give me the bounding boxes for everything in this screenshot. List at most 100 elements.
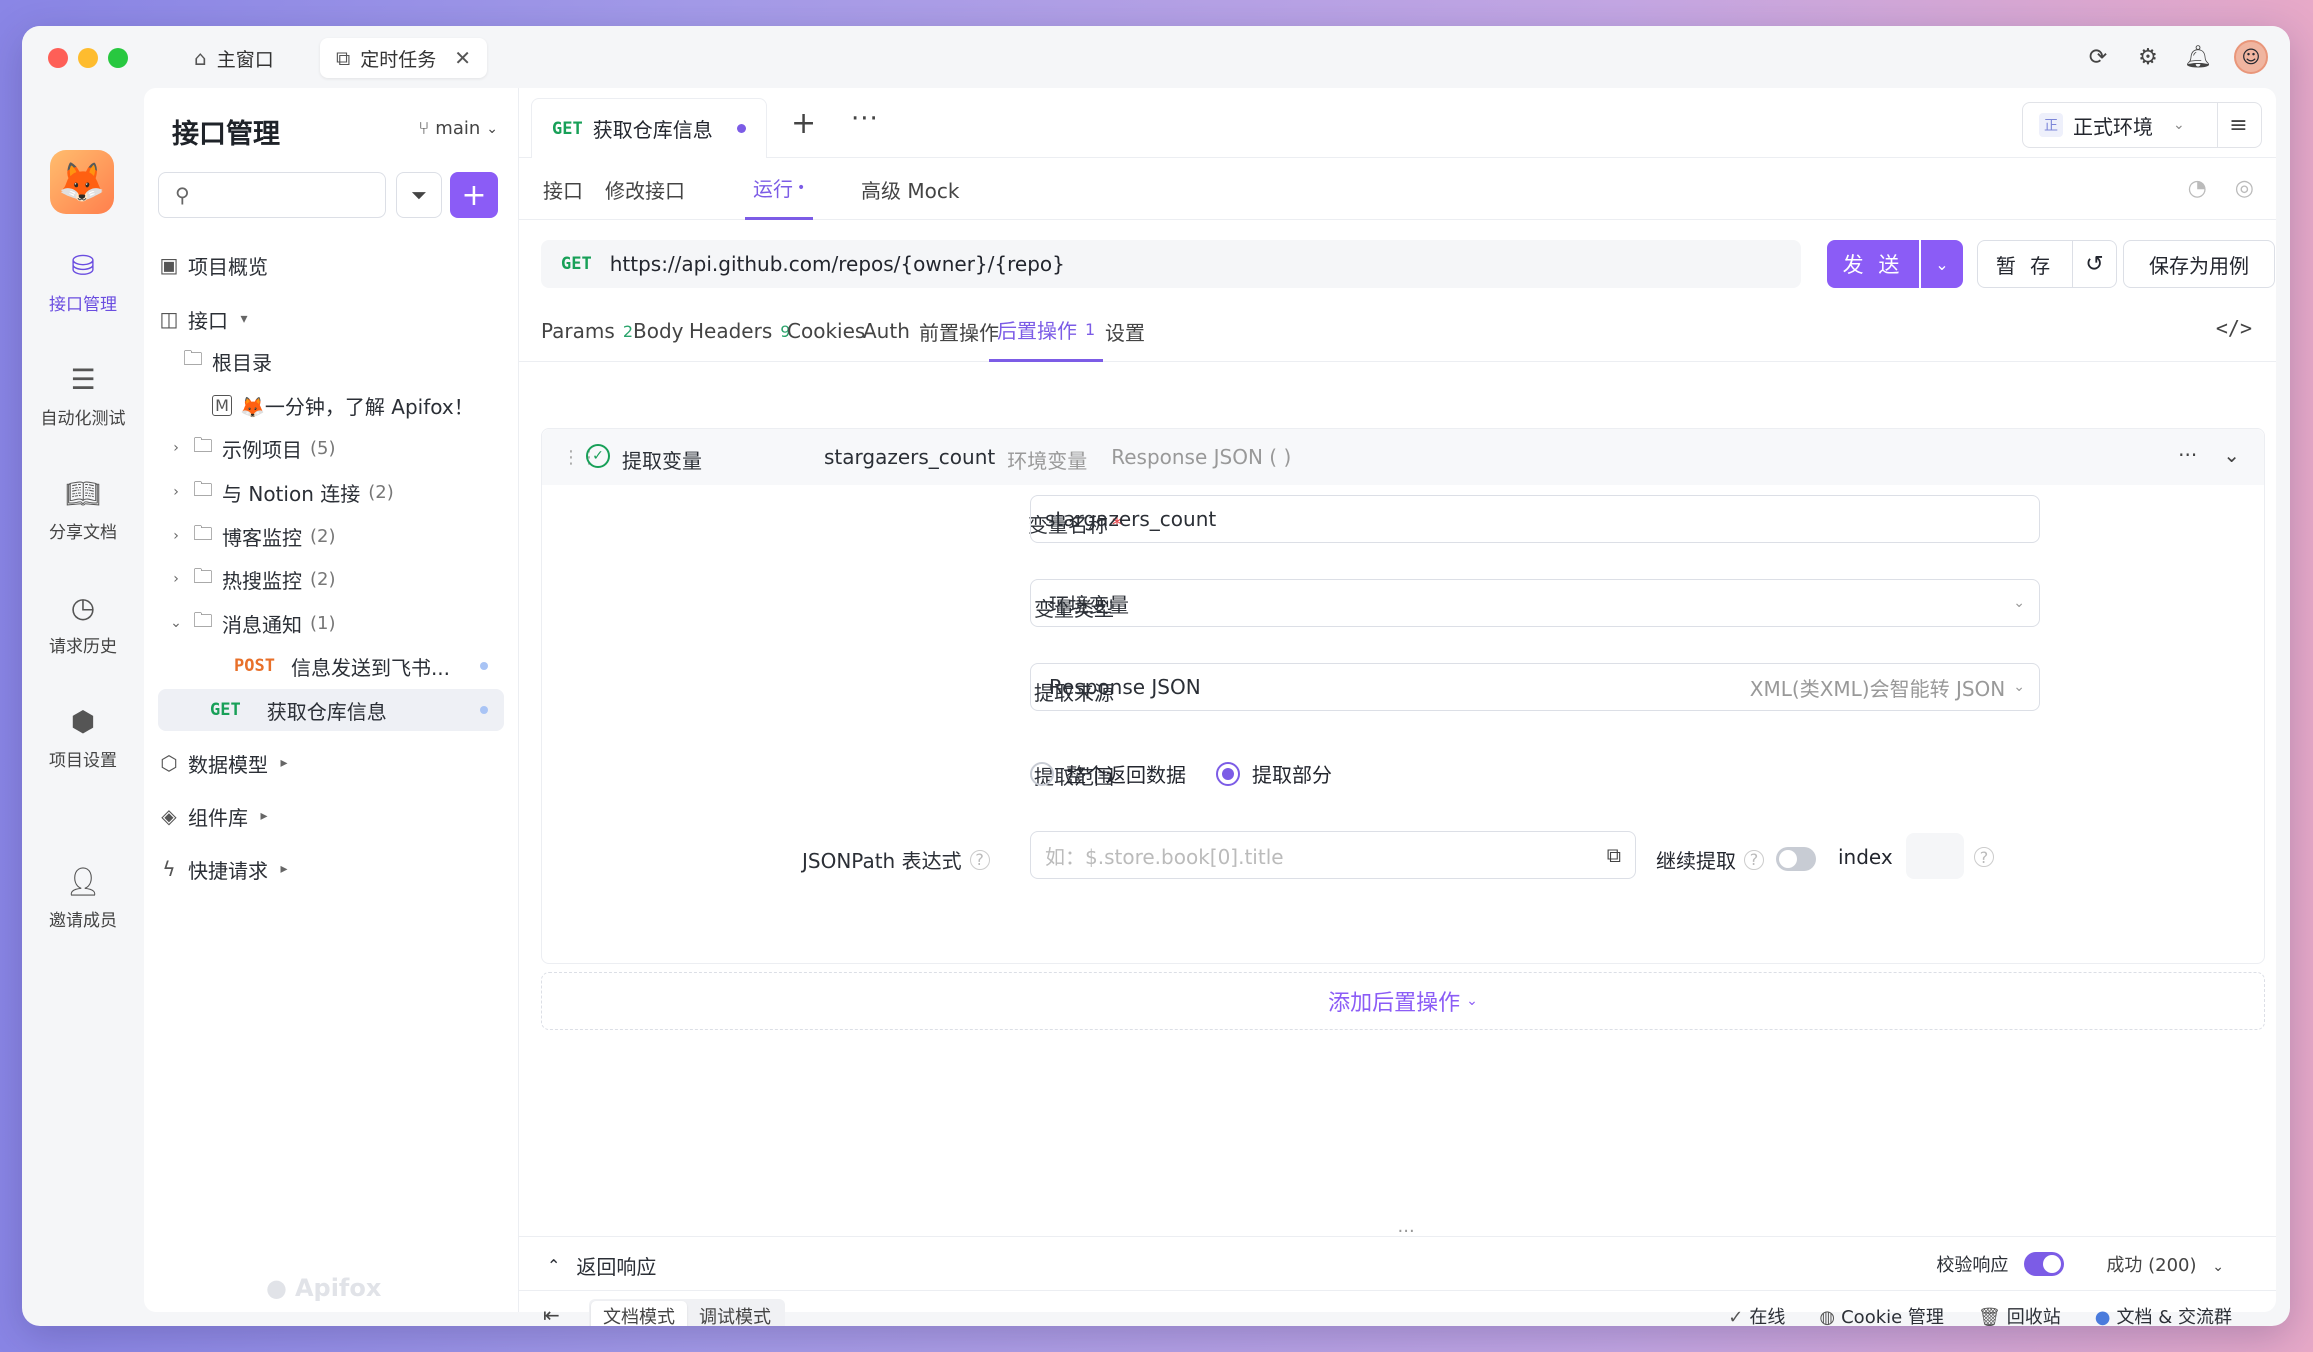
minimize-window-button[interactable] bbox=[78, 48, 98, 68]
sidebar-item-components[interactable]: ◈ 组件库 ▸ bbox=[158, 795, 504, 837]
tab-settings[interactable]: 设置 bbox=[1105, 300, 1145, 362]
tree-intro-doc[interactable]: M 🦊一分钟，了解 Apifox！ bbox=[158, 384, 504, 426]
more-icon[interactable]: ··· bbox=[851, 104, 879, 134]
docs-community-link[interactable]: ● 文档 & 交流群 bbox=[2095, 1303, 2232, 1326]
window-tab-main[interactable]: ⌂ 主窗口 bbox=[178, 38, 290, 78]
sidebar-item-quick-request[interactable]: ϟ 快捷请求 ▸ bbox=[158, 848, 504, 890]
check-circle-icon[interactable]: ✓ bbox=[586, 444, 610, 468]
bell-icon[interactable]: 🔔︎ bbox=[2184, 43, 2212, 71]
tree-endpoint[interactable]: POST 信息发送到飞书... bbox=[158, 645, 504, 687]
var-name-input[interactable]: stargazers_count bbox=[1030, 495, 2040, 543]
url-input[interactable]: GET https://api.github.com/repos/{owner}… bbox=[541, 240, 1801, 288]
history-icon[interactable]: ◔ bbox=[2188, 176, 2207, 201]
avatar[interactable]: ☺ bbox=[2234, 40, 2268, 74]
rail-item-api[interactable]: ⛁ 接口管理 bbox=[22, 248, 144, 316]
tree-folder[interactable]: › 🗀 与 Notion 连接 (2) bbox=[158, 471, 504, 513]
help-icon[interactable]: ? bbox=[969, 849, 990, 870]
resize-handle-icon[interactable]: ··· bbox=[1398, 1221, 1415, 1242]
range-all-radio[interactable]: 整个返回数据 bbox=[1030, 759, 1186, 788]
apifox-watermark: ● Apifox bbox=[266, 1274, 382, 1302]
sidebar-item-data-model[interactable]: ⬡ 数据模型 ▸ bbox=[158, 742, 504, 784]
rail-item-history[interactable]: ◷ 请求历史 bbox=[22, 590, 144, 658]
tab-auth[interactable]: Auth bbox=[863, 300, 910, 362]
tree-folder[interactable]: ⌄ 🗀 消息通知 (1) bbox=[158, 602, 504, 644]
tab-pre-ops[interactable]: 前置操作 bbox=[919, 300, 999, 362]
continue-extract-label: 继续提取 ? bbox=[1656, 845, 1764, 874]
var-type-select[interactable]: 环境变量 ⌄ bbox=[1030, 579, 2040, 627]
tree-folder[interactable]: › 🗀 热搜监控 (2) bbox=[158, 558, 504, 600]
tab-advanced-mock[interactable]: 高级 Mock bbox=[861, 158, 959, 220]
rail-item-invite[interactable]: 👤︎ 邀请成员 bbox=[22, 864, 144, 932]
help-icon[interactable]: ? bbox=[1744, 849, 1764, 870]
rail-item-automation[interactable]: ☰ 自动化测试 bbox=[22, 362, 144, 430]
tab-edit-api[interactable]: 修改接口 bbox=[605, 158, 685, 220]
gear-icon[interactable]: ⚙ bbox=[2134, 43, 2162, 71]
rail-item-share-docs[interactable]: 📖︎ 分享文档 bbox=[22, 476, 144, 544]
environment-select[interactable]: 正 正式环境 ⌄ bbox=[2022, 102, 2218, 148]
tab-run[interactable]: 运行 • bbox=[745, 158, 814, 220]
debug-mode-button[interactable]: 调试模式 bbox=[687, 1301, 783, 1326]
tab-headers[interactable]: Headers 9 bbox=[689, 300, 790, 362]
continue-extract-toggle[interactable] bbox=[1776, 847, 1816, 871]
response-status-select[interactable]: 成功 (200) ⌄ bbox=[2106, 1251, 2224, 1277]
tree-folder[interactable]: › 🗀 示例项目 (5) bbox=[158, 427, 504, 469]
collapse-sidebar-icon[interactable]: ⇤ bbox=[543, 1303, 560, 1326]
search-input[interactable]: ⚲ bbox=[158, 172, 386, 218]
save-as-case-button[interactable]: 保存为用例 bbox=[2123, 240, 2275, 288]
source-select[interactable]: Response JSON XML(类XML)会智能转 JSON ⌄ bbox=[1030, 663, 2040, 711]
folder-open-icon: 🗀 bbox=[193, 608, 213, 632]
index-input[interactable] bbox=[1906, 833, 1964, 879]
tree-folder[interactable]: › 🗀 博客监控 (2) bbox=[158, 515, 504, 557]
online-status[interactable]: ✓ 在线 bbox=[1728, 1303, 1785, 1326]
new-tab-plus-icon[interactable]: + bbox=[791, 106, 816, 141]
add-post-operation-button[interactable]: 添加后置操作 ⌄ bbox=[541, 972, 2265, 1030]
code-icon[interactable]: </> bbox=[2216, 316, 2252, 340]
close-tab-icon[interactable]: ✕ bbox=[454, 46, 471, 70]
post-operation-header[interactable]: ⋮⋮ ✓ 提取变量 stargazers_count 环境变量 Response… bbox=[542, 429, 2264, 485]
tab-body[interactable]: Body bbox=[633, 300, 684, 362]
response-panel-header: ··· ⌃ 返回响应 校验响应 成功 (200) ⌄ bbox=[519, 1221, 2276, 1290]
doc-mode-button[interactable]: 文档模式 bbox=[591, 1301, 687, 1326]
tab-post-ops[interactable]: 后置操作 1 bbox=[989, 300, 1104, 362]
refresh-icon[interactable]: ⟳ bbox=[2084, 43, 2112, 71]
tab-api[interactable]: 接口 bbox=[543, 158, 583, 220]
zoom-window-button[interactable] bbox=[108, 48, 128, 68]
search-icon: ⚲ bbox=[175, 183, 190, 207]
send-button[interactable]: 发 送 bbox=[1827, 240, 1919, 288]
settings-circle-icon[interactable]: ◎ bbox=[2235, 176, 2254, 201]
trash-link[interactable]: 🗑︎ 回收站 bbox=[1978, 1303, 2061, 1326]
tab-params[interactable]: Params 2 bbox=[541, 300, 633, 362]
sidebar-item-api[interactable]: ◫ 接口 ▾ bbox=[158, 298, 504, 340]
branch-selector[interactable]: ⑂ main ⌄ bbox=[418, 118, 498, 139]
folder-icon: 🗀 bbox=[183, 346, 203, 370]
response-toggle[interactable]: ⌃ 返回响应 bbox=[547, 1251, 656, 1280]
add-button[interactable]: + bbox=[450, 172, 498, 218]
chevron-right-icon: › bbox=[173, 571, 179, 587]
range-part-radio[interactable]: 提取部分 bbox=[1216, 759, 1332, 788]
close-window-button[interactable] bbox=[48, 48, 68, 68]
reset-button[interactable]: ↺ bbox=[2073, 240, 2117, 288]
save-button[interactable]: 暂 存 bbox=[1977, 240, 2073, 288]
hamburger-menu-icon[interactable]: ≡ bbox=[2216, 102, 2262, 148]
cookie-manager-link[interactable]: ◍ Cookie 管理 bbox=[1819, 1303, 1944, 1326]
undo-icon: ↺ bbox=[2085, 251, 2104, 277]
layout-icon: ▣ bbox=[159, 253, 179, 277]
more-icon[interactable]: ··· bbox=[2178, 443, 2197, 467]
window-tab-scheduled[interactable]: ⧉ 定时任务 ✕ bbox=[320, 38, 488, 78]
open-external-icon[interactable]: ⧉ bbox=[1607, 843, 1621, 867]
apifox-logo-icon: ● bbox=[266, 1274, 287, 1302]
tree-root-dir[interactable]: 🗀 根目录 bbox=[158, 340, 504, 382]
hexagon-gear-icon: ⬢ bbox=[70, 704, 96, 738]
validate-response-toggle[interactable] bbox=[2024, 1252, 2065, 1276]
help-icon[interactable]: ? bbox=[1974, 847, 1994, 867]
send-dropdown-button[interactable]: ⌄ bbox=[1921, 240, 1963, 288]
jsonpath-input[interactable]: 如：$.store.book[0].title ⧉ bbox=[1030, 831, 1636, 879]
request-tab-active[interactable]: GET 获取仓库信息 bbox=[531, 98, 767, 158]
rail-item-settings[interactable]: ⬢ 项目设置 bbox=[22, 704, 144, 772]
chevron-down-icon[interactable]: ⌄ bbox=[2223, 443, 2240, 467]
tab-cookies[interactable]: Cookies bbox=[787, 300, 865, 362]
filter-button[interactable]: ⏷ bbox=[396, 172, 442, 218]
tree-endpoint-selected[interactable]: GET 获取仓库信息 bbox=[158, 689, 504, 731]
request-tabs: GET 获取仓库信息 + ··· 正 正式环境 ⌄ ≡ bbox=[519, 88, 2276, 158]
sidebar-item-overview[interactable]: ▣ 项目概览 bbox=[158, 244, 504, 286]
